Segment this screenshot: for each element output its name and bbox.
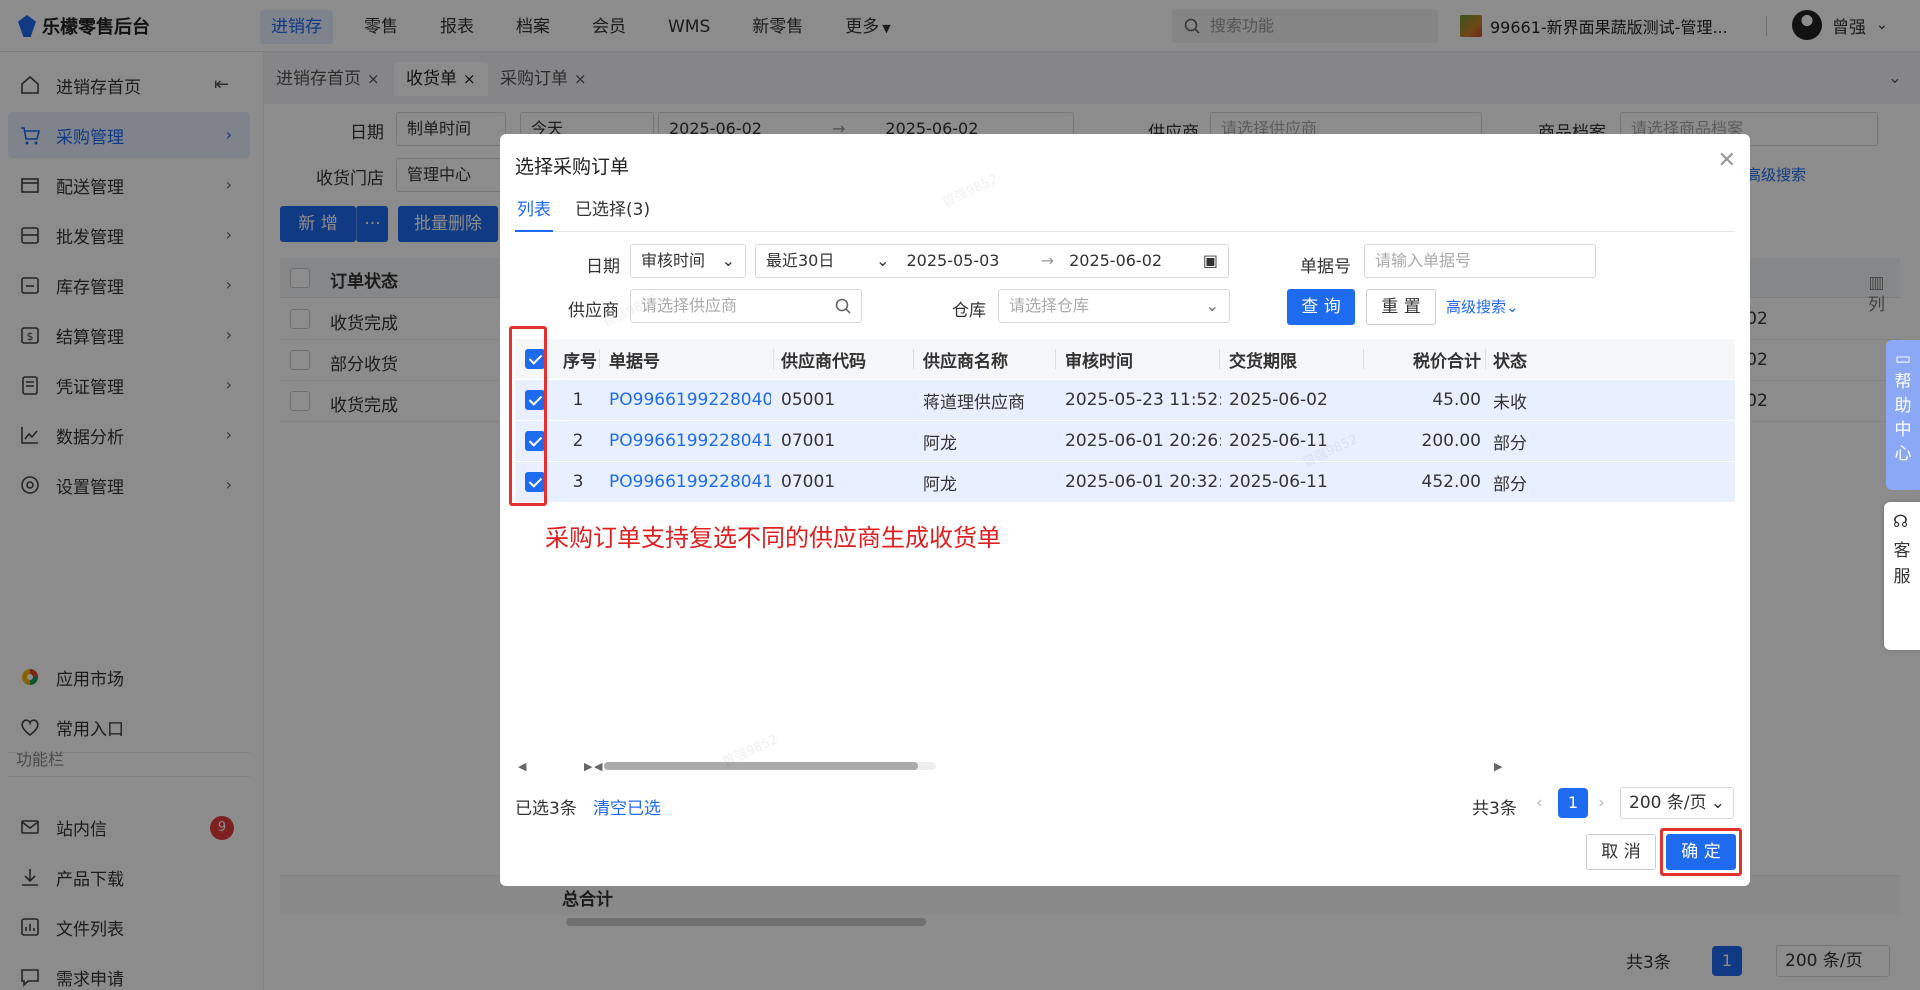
supplier-select[interactable]: 请选择供应商 [630,289,862,323]
date-range-picker[interactable]: 最近30日 ⌄ 2025-05-03 → 2025-06-02 ▣ [755,244,1229,278]
date-end: 2025-06-02 [1069,251,1163,270]
status-cell: 部分 [1493,433,1527,454]
date-label: 日期 [586,257,620,277]
date-range-value: 最近30日 [766,251,835,270]
select-purchase-order-dialog: 选择采购订单 ✕ 列表 已选择(3) 日期 审核时间 ⌄ 最近30日 ⌄ 2025-… [500,134,1750,886]
customer-service-label: 客服 [1893,541,1911,587]
table-row[interactable]: 3 PO99661992280412 07001 阿龙 2025-06-01 2… [515,462,1735,503]
next-page-icon[interactable]: › [1598,793,1605,813]
dialog-title: 选择采购订单 [515,156,630,178]
column-header-seq: 序号 [563,351,597,372]
column-header-amount: 税价合计 [1413,351,1481,372]
column-divider [1485,349,1486,369]
date-type-value: 审核时间 [641,251,706,270]
page-1-button[interactable]: 1 [1558,788,1588,818]
advanced-search-link[interactable]: 高级搜索⌄ [1446,296,1519,317]
seq-cell: 1 [572,390,584,410]
page-size-select[interactable]: 200 条/页 ⌄ [1620,787,1734,819]
columns-icon: ▥ [1868,273,1885,293]
warehouse-select[interactable]: 请选择仓库 ⌄ [998,289,1230,323]
supplier-code-cell: 07001 [781,431,836,451]
clear-selected-link[interactable]: 清空已选 [593,794,661,819]
column-divider [1055,349,1056,369]
cancel-button[interactable]: 取 消 [1586,834,1656,870]
column-header-status: 状态 [1493,351,1527,372]
column-divider [599,349,600,369]
table-row[interactable]: 1 PO99661992280408 05001 蒋道理供应商 2025-05-… [515,380,1735,421]
chevron-down-icon: ⌄ [1205,296,1219,315]
supplier-name-cell: 阿龙 [923,474,957,495]
column-header-supplier-code: 供应商代码 [781,351,866,372]
chevron-down-icon: ⌄ [1710,793,1725,813]
column-divider [1219,349,1220,369]
order-no-input[interactable]: 请输入单据号 [1364,244,1596,278]
search-icon [835,298,851,314]
total-count: 共3条 [1472,799,1517,819]
warehouse-label: 仓库 [952,301,986,321]
order-no-link[interactable]: PO99661992280408 [601,380,771,420]
scroll-left-icon[interactable]: ◀ [518,760,526,773]
tab-list[interactable]: 列表 [515,196,553,232]
audit-time-cell: 2025-06-01 20:26:35 [1065,431,1221,451]
amount-cell: 45.00 [1432,390,1481,410]
table-header: 序号 单据号 供应商代码 供应商名称 审核时间 交货期限 税价合计 状态 [515,339,1735,379]
date-start: 2025-05-03 [906,251,1000,270]
horizontal-scrollbar[interactable] [604,762,918,770]
column-settings-button[interactable]: ▥ 列 [1868,272,1885,316]
deadline-cell: 2025-06-02 [1229,390,1328,410]
page-size-value: 200 条/页 [1629,793,1707,813]
status-cell: 未收 [1493,392,1527,413]
seq-cell: 2 [572,431,584,451]
annotation-text: 采购订单支持复选不同的供应商生成收货单 [545,524,1001,552]
chevron-down-icon: ⌄ [721,251,735,270]
table-row[interactable]: 2 PO99661992280410 07001 阿龙 2025-06-01 2… [515,421,1735,462]
scroll-right-icon[interactable]: ▶ [1494,760,1502,773]
scroll-right-icon[interactable]: ▶ [584,760,592,773]
headset-icon: ☊ [1893,512,1909,532]
supplier-code-cell: 05001 [781,390,836,410]
help-center-button[interactable]: ▭ 帮助中心 [1886,340,1920,490]
column-header-deadline: 交货期限 [1229,351,1297,372]
column-divider [913,349,914,369]
query-button[interactable]: 查 询 [1287,289,1355,325]
order-no-link[interactable]: PO99661992280412 [601,462,771,502]
amount-cell: 200.00 [1421,431,1481,451]
help-icon: ▭ [1894,349,1912,369]
audit-time-cell: 2025-06-01 20:32:58 [1065,472,1221,492]
customer-service-button[interactable]: ☊ 客服 [1884,502,1920,650]
audit-time-cell: 2025-05-23 11:52:38 [1065,390,1221,410]
supplier-code-cell: 07001 [781,472,836,492]
checkbox-highlight-box [509,326,547,506]
supplier-name-cell: 阿龙 [923,433,957,454]
order-no-link[interactable]: PO99661992280410 [601,421,771,461]
order-no-placeholder: 请输入单据号 [1375,251,1472,270]
scroll-left-icon[interactable]: ◀ [594,760,602,773]
warehouse-placeholder: 请选择仓库 [1009,296,1090,315]
column-settings-label: 列 [1868,295,1885,315]
selected-count: 已选3条 [515,799,577,819]
date-type-select[interactable]: 审核时间 ⌄ [630,244,746,278]
column-header-audit-time: 审核时间 [1065,351,1133,372]
confirm-highlight-box [1660,828,1742,876]
tab-selected[interactable]: 已选择(3) [575,196,650,232]
advanced-search-label: 高级搜索 [1446,298,1507,316]
column-divider [1363,349,1364,369]
chevron-down-icon: ⌄ [876,251,890,270]
arrow-right-icon: → [1040,251,1054,270]
amount-cell: 452.00 [1421,472,1481,492]
supplier-name-cell: 蒋道理供应商 [923,392,1025,413]
column-header-order-no: 单据号 [609,351,660,372]
seq-cell: 3 [572,472,584,492]
column-header-supplier-name: 供应商名称 [923,351,1008,372]
order-no-label: 单据号 [1300,257,1351,277]
calendar-icon: ▣ [1202,251,1218,270]
help-center-label: 帮助中心 [1894,372,1912,464]
reset-button[interactable]: 重 置 [1366,289,1436,325]
double-chevron-down-icon: ⌄ [1506,298,1519,316]
dialog-tabs: 列表 已选择(3) [515,196,1735,232]
prev-page-icon[interactable]: ‹ [1536,793,1543,813]
deadline-cell: 2025-06-11 [1229,472,1328,492]
status-cell: 部分 [1493,474,1527,495]
close-icon[interactable]: ✕ [1718,148,1736,173]
